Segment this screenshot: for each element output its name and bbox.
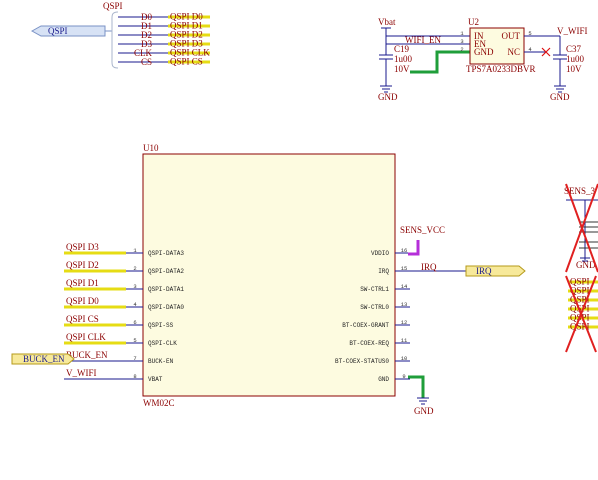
vbat-net [381, 27, 391, 55]
regulator-pin-number: 2 [460, 46, 463, 53]
gnd-label-c19: GND [378, 92, 398, 102]
capacitor-c19 [379, 54, 393, 86]
qspi-port-shape[interactable] [30, 25, 106, 37]
crossed-block: SENS_3 GND QSPIQSPIQSPIQSPIQSPIQSPI [564, 183, 598, 353]
gnd-label-c37: GND [550, 92, 570, 102]
module-pin-name: IRQ [378, 268, 389, 275]
module-pin-number: 16 [401, 247, 408, 254]
module-left-net-label: QSPI CS [66, 314, 99, 324]
module-pin-name: VBAT [148, 376, 163, 383]
c37-ref: C37 [566, 44, 582, 54]
module-gnd-wire [408, 375, 425, 398]
module-pin-name: QSPI-DATA2 [148, 268, 184, 275]
module-pin-name: QSPI-DATA0 [148, 304, 184, 311]
module-left-net-label: QSPI D3 [66, 242, 99, 252]
module-pin-name: QSPI-SS [148, 322, 174, 329]
module-pin-name: BT-COEX-STATUS0 [335, 358, 389, 365]
module-left-net-label: QSPI CLK [66, 332, 106, 342]
qspi-bus-bracket [111, 11, 119, 69]
c19-value: 1u00 [394, 54, 413, 64]
module-left-net-label: V_WIFI [66, 368, 97, 378]
regulator-pin-name: GND [474, 47, 494, 57]
regulator-pin-name: OUT [502, 31, 521, 41]
module-pin-name: BT-COEX-REQ [349, 340, 389, 347]
module-ref: U10 [143, 143, 159, 153]
v-wifi-label: V_WIFI [557, 26, 588, 36]
module-pin-number: 7 [133, 355, 136, 362]
module-pin-number: 3 [133, 283, 136, 290]
module-pin-number: 15 [401, 265, 408, 272]
module-pin-name: BT-COEX-GRANT [342, 322, 389, 329]
crossed-gnd-label: GND [576, 260, 596, 270]
irq-net-label: IRQ [421, 262, 437, 272]
module-pin-number: 11 [401, 337, 408, 344]
regulator-part: TPS7A0233DBVR [466, 64, 536, 74]
module-pin-name: BUCK-EN [148, 358, 174, 365]
module-gnd-label: GND [414, 406, 434, 416]
vbat-label: Vbat [378, 17, 396, 27]
module-pin-name: GND [378, 376, 389, 383]
irq-port-label: IRQ [476, 266, 492, 276]
module-pin-number: 9 [402, 373, 405, 380]
regulator-ref: U2 [468, 17, 479, 27]
buck-en-port-label: BUCK_EN [23, 354, 65, 364]
module-left-net-label: QSPI D1 [66, 278, 99, 288]
module-pin-name: QSPI-CLK [148, 340, 177, 347]
capacitor-c37 [553, 54, 567, 86]
wifi-module: U10 WM02C QSPI D3 1 QSPI-DATA3QSPI D2 2 QSPI… [11, 143, 526, 416]
module-left-net-label: QSPI D0 [66, 296, 99, 306]
module-pin-number: 12 [401, 319, 408, 326]
module-pin-name: QSPI-DATA1 [148, 286, 184, 293]
module-pin-name: VDDIO [371, 250, 389, 257]
sens-vcc-label: SENS_VCC [400, 225, 445, 235]
module-pin-number: 13 [401, 301, 408, 308]
module-pin-name: SW-CTRL0 [360, 304, 389, 311]
module-part: WM02C [143, 398, 175, 408]
c37-voltage: 10V [566, 64, 582, 74]
qspi-bus-title: QSPI [103, 1, 123, 11]
gnd-icon [417, 397, 429, 405]
module-pin-name: SW-CTRL1 [360, 286, 389, 293]
module-pin-number: 10 [401, 355, 408, 362]
module-pin-number: 8 [133, 373, 136, 380]
qspi-port-label: QSPI [48, 26, 68, 36]
irq-port[interactable] [465, 265, 526, 277]
regulator-pin-name: NC [507, 47, 520, 57]
cross-upper [565, 183, 598, 273]
module-pin-number: 6 [133, 319, 136, 326]
module-pin-number: 2 [133, 265, 136, 272]
module-pin-name: QSPI-DATA3 [148, 250, 184, 257]
qspi-signal-name: CS [141, 57, 152, 67]
qspi-net-label: QSPI CS [170, 57, 203, 67]
c19-voltage: 10V [394, 64, 410, 74]
module-pin-number: 5 [133, 337, 136, 344]
module-pin-number: 14 [401, 283, 408, 290]
c37-value: 1u00 [566, 54, 585, 64]
wifi-en-label: WIFI_EN [405, 35, 441, 45]
regulator-block: Vbat C19 1u00 10V GND WIFI_EN U2 TPS7A02… [378, 17, 588, 102]
module-left-net-label: QSPI D2 [66, 260, 99, 270]
qspi-bus-block: QSPI QSPI D0 QSPI D0D1 QSPI D1D2 QSPI D2D3 Q… [30, 1, 210, 69]
schematic-canvas: QSPI QSPI D0 QSPI D0D1 QSPI D1D2 QSPI D2D3 Q… [11, 1, 598, 416]
sens-vcc-wire [408, 240, 420, 256]
regulator-pin-number: 3 [460, 38, 463, 45]
c19-ref: C19 [394, 44, 410, 54]
wire-gnd-highlight [410, 50, 470, 74]
